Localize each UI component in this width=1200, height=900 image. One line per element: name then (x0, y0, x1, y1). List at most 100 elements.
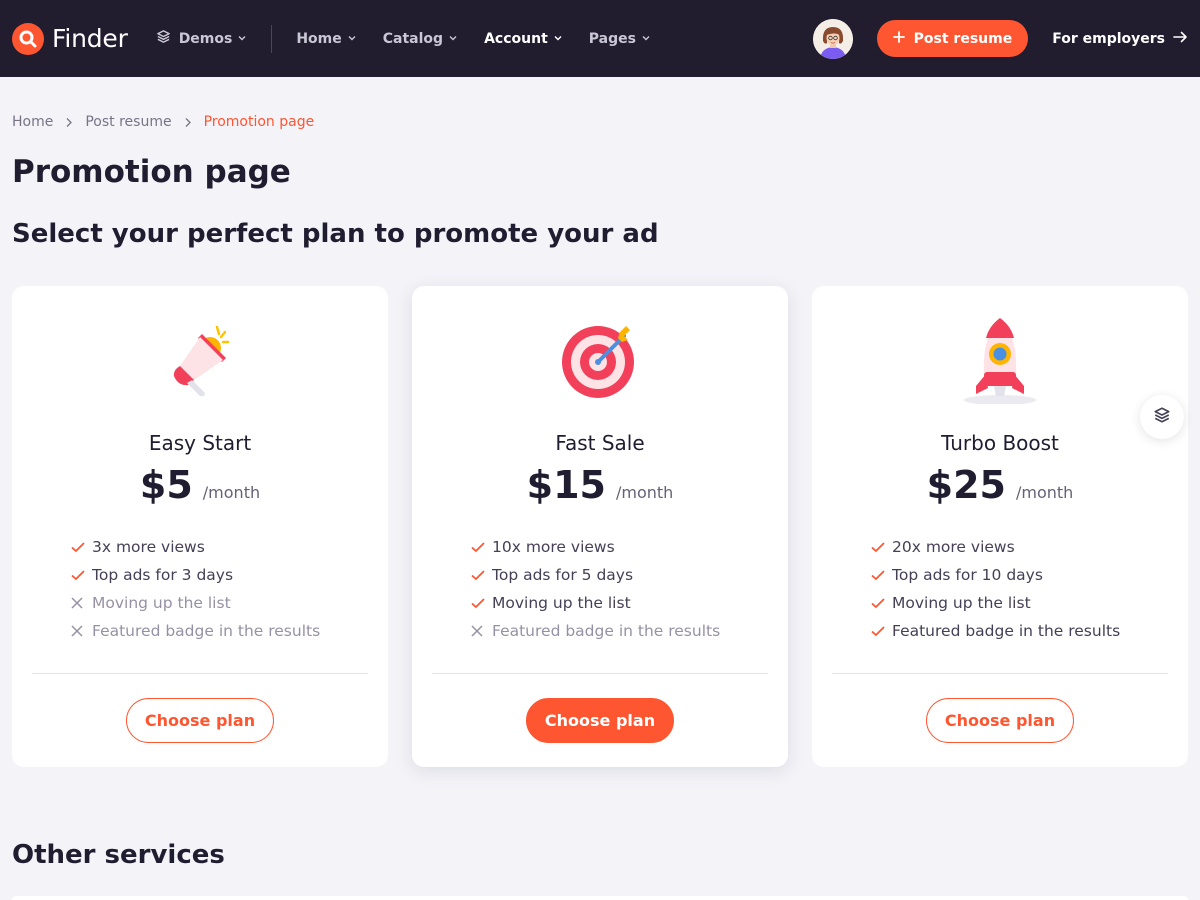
feature-list: 3x more views Top ads for 3 days Moving … (70, 533, 320, 645)
nav-home[interactable]: Home (296, 31, 356, 47)
feature-item: Top ads for 3 days (70, 561, 320, 589)
feature-text: 3x more views (92, 538, 205, 556)
for-employers-link[interactable]: For employers (1052, 31, 1188, 47)
breadcrumb-home[interactable]: Home (12, 114, 53, 130)
chevron-down-icon (641, 31, 651, 47)
arrow-right-icon (1173, 31, 1188, 47)
cross-icon (470, 624, 492, 638)
choose-plan-button[interactable]: Choose plan (526, 698, 674, 743)
page-title: Promotion page (12, 154, 291, 190)
feature-item: Featured badge in the results (870, 617, 1120, 645)
nav-catalog-label: Catalog (382, 30, 444, 47)
nav-pages-label: Pages (588, 30, 636, 47)
plan-price: $15 (526, 463, 606, 507)
check-icon (470, 567, 492, 583)
section-subtitle: Select your perfect plan to promote your… (12, 219, 659, 249)
nav-pages[interactable]: Pages (589, 31, 651, 47)
feature-text: Featured badge in the results (892, 622, 1121, 640)
feature-text: 20x more views (892, 538, 1015, 556)
plan-name: Fast Sale (555, 431, 645, 455)
check-icon (470, 539, 492, 555)
brand-name: Finder (52, 24, 128, 53)
feature-list: 10x more views Top ads for 5 days Moving… (470, 533, 720, 645)
chevron-down-icon (237, 31, 247, 47)
search-logo-icon (12, 22, 44, 55)
check-icon (870, 539, 892, 555)
plan-card-fast-sale: Fast Sale $15 /month 10x more views Top … (412, 286, 788, 767)
check-icon (470, 595, 492, 611)
feature-text: Top ads for 3 days (92, 566, 234, 584)
top-navbar: Finder Demos Home Catalog Account Pages … (0, 0, 1200, 77)
plan-period: /month (1016, 483, 1074, 502)
brand-logo[interactable]: Finder (12, 22, 128, 55)
feature-item: 20x more views (870, 533, 1120, 561)
check-icon (70, 539, 92, 555)
breadcrumb-current: Promotion page (203, 114, 315, 130)
nav-catalog[interactable]: Catalog (383, 31, 458, 47)
breadcrumb-post-resume[interactable]: Post resume (85, 114, 171, 130)
plan-card-easy-start: Easy Start $5 /month 3x more views Top a… (12, 286, 388, 767)
nav-demos[interactable]: Demos (156, 29, 248, 48)
check-icon (70, 567, 92, 583)
layers-icon (156, 29, 171, 48)
cross-icon (70, 624, 92, 638)
feature-text: Top ads for 5 days (492, 566, 634, 584)
feature-item: Moving up the list (870, 589, 1120, 617)
nav-demos-label: Demos (178, 30, 233, 47)
layers-icon (1153, 406, 1171, 428)
feature-list: 20x more views Top ads for 10 days Movin… (870, 533, 1120, 645)
cross-icon (70, 596, 92, 610)
check-icon (870, 595, 892, 611)
rocket-icon (960, 316, 1040, 404)
feature-item: Top ads for 5 days (470, 561, 720, 589)
for-employers-label: For employers (1052, 30, 1165, 47)
nav-account[interactable]: Account (484, 31, 563, 47)
feature-item: 3x more views (70, 533, 320, 561)
chevron-down-icon (347, 31, 357, 47)
other-services-card (12, 896, 1188, 900)
breadcrumb: Home Post resume Promotion page (12, 114, 314, 130)
feature-text: Moving up the list (892, 594, 1031, 612)
user-avatar[interactable] (812, 18, 853, 59)
card-divider (32, 673, 368, 674)
feature-text: Moving up the list (92, 594, 231, 612)
nav-divider (271, 24, 273, 53)
feature-item: Featured badge in the results (70, 617, 320, 645)
post-resume-button[interactable]: Post resume (876, 20, 1029, 57)
plan-period: /month (616, 483, 674, 502)
feature-item: Featured badge in the results (470, 617, 720, 645)
feature-item: Top ads for 10 days (870, 561, 1120, 589)
feature-text: Featured badge in the results (492, 622, 721, 640)
feature-item: Moving up the list (70, 589, 320, 617)
chevron-right-icon (65, 117, 73, 128)
plan-period: /month (202, 483, 261, 502)
feature-text: Moving up the list (492, 594, 631, 612)
feature-item: Moving up the list (470, 589, 720, 617)
price-row: $25 /month (812, 463, 1188, 507)
check-icon (870, 567, 892, 583)
chevron-down-icon (553, 31, 563, 47)
card-divider (832, 673, 1168, 674)
floating-layers-button[interactable] (1140, 395, 1184, 439)
choose-plan-button[interactable]: Choose plan (926, 698, 1074, 743)
card-divider (432, 673, 768, 674)
chevron-right-icon (184, 117, 192, 128)
feature-text: Top ads for 10 days (892, 566, 1043, 584)
plan-price: $25 (926, 463, 1006, 507)
post-resume-label: Post resume (913, 30, 1013, 47)
megaphone-icon (160, 316, 240, 404)
plan-card-turbo-boost: Turbo Boost $25 /month 20x more views To… (812, 286, 1188, 767)
feature-item: 10x more views (470, 533, 720, 561)
target-icon (560, 316, 640, 404)
plan-name: Easy Start (148, 431, 252, 455)
feature-text: Featured badge in the results (92, 622, 321, 640)
plan-name: Turbo Boost (941, 431, 1059, 455)
other-services-title: Other services (12, 840, 225, 870)
choose-plan-button[interactable]: Choose plan (126, 698, 274, 743)
price-row: $5 /month (12, 463, 388, 507)
plus-icon (892, 30, 905, 47)
plan-price: $5 (139, 463, 193, 507)
feature-text: 10x more views (492, 538, 615, 556)
nav-home-label: Home (296, 30, 342, 47)
price-row: $15 /month (412, 463, 788, 507)
